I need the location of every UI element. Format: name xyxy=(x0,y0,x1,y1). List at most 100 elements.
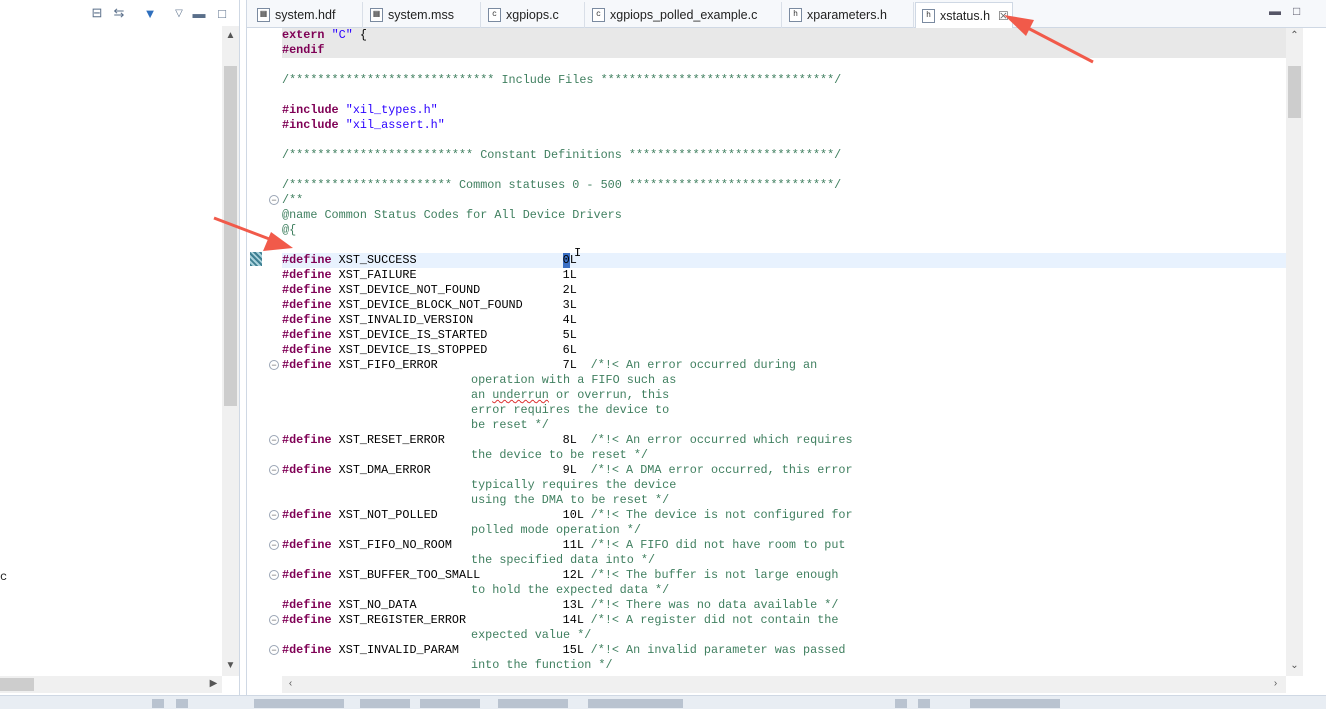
define-name: XST_DEVICE_BLOCK_NOT_FOUND xyxy=(338,298,523,312)
fold-toggle-icon[interactable]: − xyxy=(269,465,279,475)
fold-toggle-icon[interactable]: − xyxy=(269,435,279,445)
scroll-down-icon[interactable]: ▼ xyxy=(222,660,239,671)
fold-toggle-icon[interactable]: − xyxy=(269,360,279,370)
define-comment: /*!< The buffer is not large enough xyxy=(590,568,839,582)
scroll-right-icon[interactable]: ▶ xyxy=(205,678,222,689)
link-editor-icon[interactable]: ⇆ xyxy=(110,4,128,22)
fold-toggle-icon[interactable]: − xyxy=(269,195,279,205)
scroll-thumb[interactable] xyxy=(0,678,34,691)
explorer-truncated-item[interactable]: c xyxy=(0,570,7,584)
tab-xgpiops-polled-example-c[interactable]: c xgpiops_polled_example.c xyxy=(586,2,782,28)
scroll-right-icon[interactable]: › xyxy=(1267,678,1284,689)
code-line: /************************** Constant Def… xyxy=(282,148,841,163)
define-keyword: #define xyxy=(282,538,332,552)
code-comment: @name Common Status Codes for All Device… xyxy=(282,208,622,222)
code-line: typically requires the device xyxy=(471,478,676,493)
tab-xstatus-h[interactable]: h xstatus.h ☒ xyxy=(915,2,1013,28)
explorer-toolbar: ⊟ ⇆ ▼ ▽ ▬ □ xyxy=(0,0,240,26)
code-line: error requires the device to xyxy=(471,403,669,418)
define-value: 2L xyxy=(562,283,577,297)
fold-toggle-icon[interactable]: − xyxy=(269,510,279,520)
fold-toggle-icon[interactable]: − xyxy=(269,540,279,550)
maximize-icon[interactable]: □ xyxy=(213,4,231,22)
code-string: "C" xyxy=(331,28,353,42)
bottom-view-strip xyxy=(0,695,1326,709)
editor-vertical-scrollbar[interactable]: ⌃ ⌄ xyxy=(1286,28,1303,676)
minimize-icon[interactable]: ▬ xyxy=(1269,4,1281,18)
explorer-horizontal-scrollbar[interactable]: ▶ xyxy=(0,676,222,693)
define-keyword: #define xyxy=(282,283,332,297)
filter-icon[interactable]: ▼ xyxy=(141,4,159,22)
define-value: 11L xyxy=(562,538,584,552)
code-text: { xyxy=(352,28,367,42)
tab-label: xgpiops_polled_example.c xyxy=(610,8,758,22)
c-file-icon: c xyxy=(488,8,501,22)
view-tab[interactable] xyxy=(588,699,683,708)
view-icon[interactable] xyxy=(918,699,930,708)
scroll-left-icon[interactable]: ‹ xyxy=(282,678,299,689)
define-comment: /*!< A register did not contain the xyxy=(590,613,839,627)
define-keyword: #define xyxy=(282,343,332,357)
editor-gutter[interactable]: − − − − − − − − − xyxy=(247,28,280,676)
tab-xparameters-h[interactable]: h xparameters.h xyxy=(783,2,914,28)
define-keyword: #define xyxy=(282,298,332,312)
code-line: /** xyxy=(282,193,303,208)
view-tab[interactable] xyxy=(970,699,1060,708)
fold-toggle-icon[interactable]: − xyxy=(269,615,279,625)
code-line: #define XST_DEVICE_IS_STOPPED 6L xyxy=(282,343,591,358)
view-tab[interactable] xyxy=(498,699,568,708)
define-keyword: #define xyxy=(282,268,332,282)
define-keyword: #define xyxy=(282,508,332,522)
scroll-up-icon[interactable]: ⌃ xyxy=(1286,30,1303,41)
code-line: #define XST_RESET_ERROR 8L /*!< An error o… xyxy=(282,433,853,448)
code-line: polled mode operation */ xyxy=(471,523,641,538)
view-icon[interactable] xyxy=(895,699,907,708)
collapse-all-icon[interactable]: ⊟ xyxy=(88,4,106,22)
define-value: 14L xyxy=(562,613,584,627)
define-value: 13L xyxy=(562,598,584,612)
tab-system-hdf[interactable]: ▦ system.hdf xyxy=(251,2,363,28)
editor-horizontal-scrollbar[interactable]: ‹ › xyxy=(282,676,1286,693)
maximize-icon[interactable]: □ xyxy=(1293,4,1300,18)
define-name: XST_BUFFER_TOO_SMALL xyxy=(338,568,481,582)
define-value: 9L xyxy=(562,463,577,477)
tab-label: xparameters.h xyxy=(807,8,887,22)
comment-continuation: to hold the expected data */ xyxy=(471,583,670,597)
define-value: 15L xyxy=(562,643,584,657)
define-name: XST_INVALID_PARAM xyxy=(338,643,460,657)
scroll-down-icon[interactable]: ⌄ xyxy=(1286,660,1303,671)
view-tab[interactable] xyxy=(254,699,344,708)
code-string: "xil_types.h" xyxy=(345,103,438,117)
code-line: the specified data into */ xyxy=(471,553,655,568)
close-tab-icon[interactable]: ☒ xyxy=(998,9,1009,23)
code-line: @{ xyxy=(282,223,296,238)
comment-continuation: error requires the device to xyxy=(471,403,670,417)
tab-system-mss[interactable]: ▦ system.mss xyxy=(364,2,481,28)
tab-xgpiops-c[interactable]: c xgpiops.c xyxy=(482,2,585,28)
code-line: #define XST_NOT_POLLED 10L /*!< The device… xyxy=(282,508,853,523)
code-line: #define XST_NO_DATA 13L /*!< There was no … xyxy=(282,598,838,613)
define-keyword: #define xyxy=(282,613,332,627)
code-line: an underrun or overrun, this xyxy=(471,388,669,403)
scroll-up-icon[interactable]: ▲ xyxy=(222,30,239,41)
code-line: #include "xil_types.h" xyxy=(282,103,438,118)
view-menu-icon[interactable]: ▽ xyxy=(170,4,188,22)
minimize-icon[interactable]: ▬ xyxy=(190,4,208,22)
view-icon[interactable] xyxy=(176,699,188,708)
define-keyword: #define xyxy=(282,253,332,267)
define-name: XST_DMA_ERROR xyxy=(338,463,431,477)
scroll-thumb[interactable] xyxy=(224,66,237,406)
view-icon[interactable] xyxy=(152,699,164,708)
fold-toggle-icon[interactable]: − xyxy=(269,570,279,580)
code-line: be reset */ xyxy=(471,418,549,433)
tab-label: xgpiops.c xyxy=(506,8,559,22)
view-tab[interactable] xyxy=(360,699,410,708)
fold-toggle-icon[interactable]: − xyxy=(269,645,279,655)
comment-continuation: an underrun or overrun, this xyxy=(471,388,670,402)
code-line: expected value */ xyxy=(471,628,591,643)
scroll-thumb[interactable] xyxy=(1288,66,1301,118)
view-tab[interactable] xyxy=(420,699,480,708)
comment-continuation: polled mode operation */ xyxy=(471,523,641,537)
code-text-area[interactable]: extern "C" {#endif/*********************… xyxy=(282,28,1286,676)
explorer-vertical-scrollbar[interactable]: ▲ ▼ xyxy=(222,26,239,676)
